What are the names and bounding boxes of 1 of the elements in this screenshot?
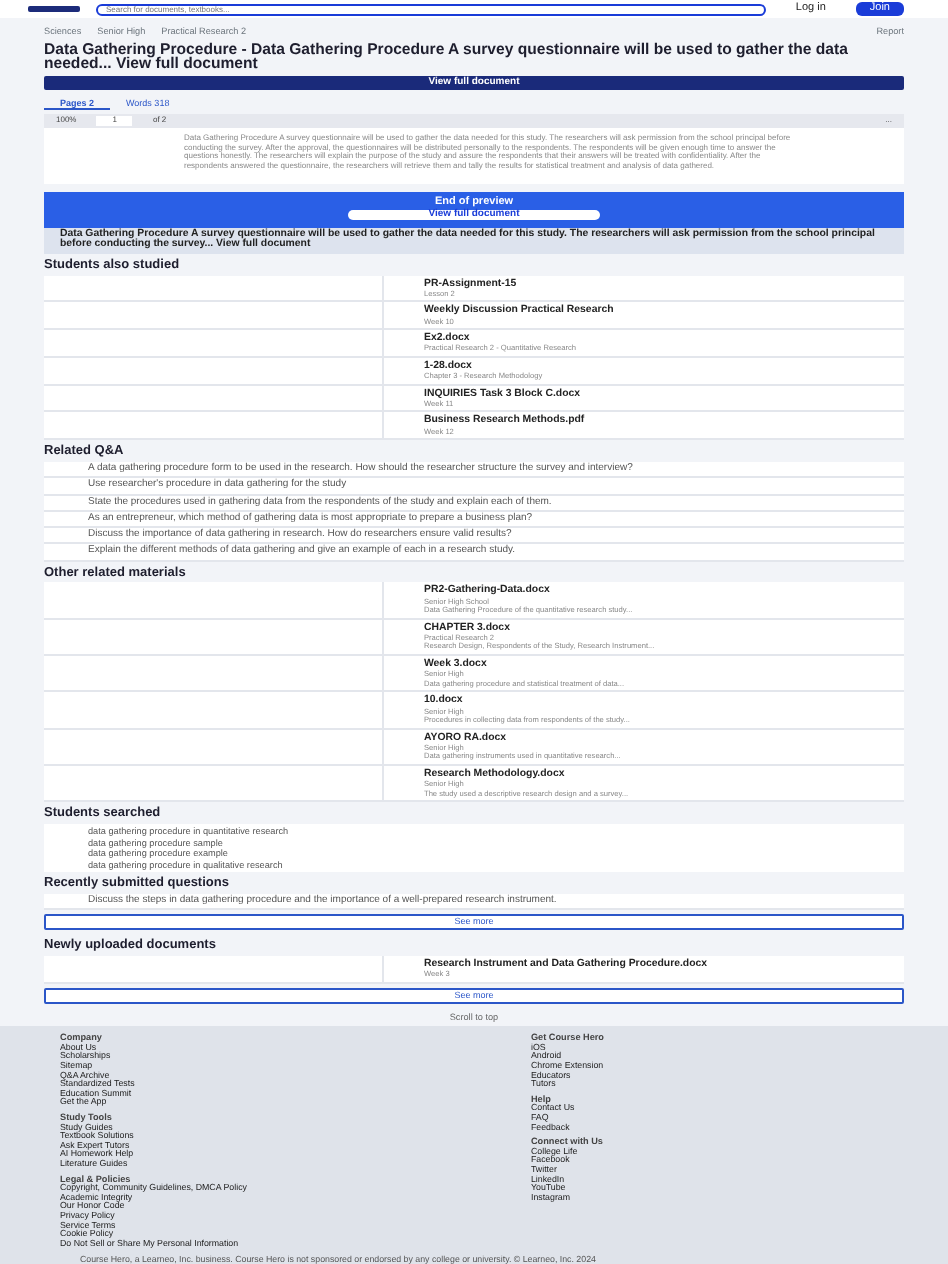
- logo-icon[interactable]: [28, 6, 80, 12]
